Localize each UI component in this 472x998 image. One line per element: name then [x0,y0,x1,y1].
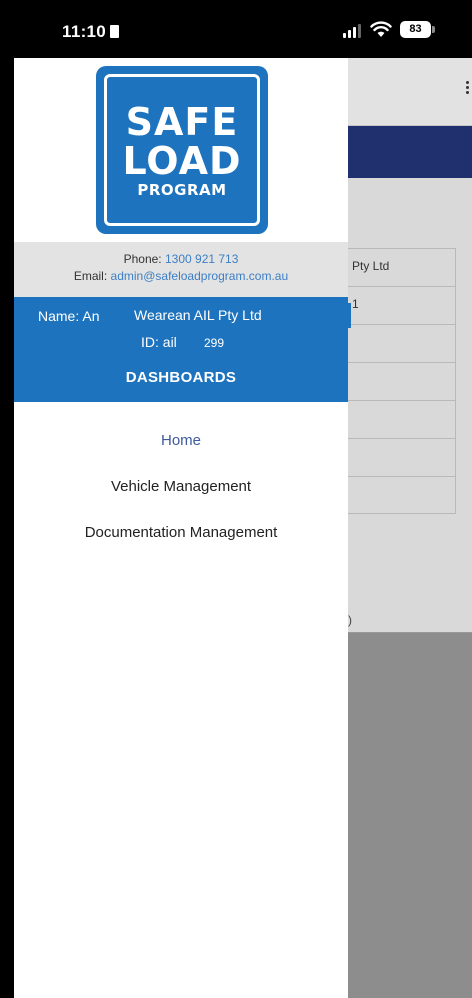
nav-item-documentation-management[interactable]: Documentation Management [14,518,348,564]
background-text-fragment: ) [348,613,352,627]
table-row [348,438,456,476]
user-name: Name: An [38,308,100,324]
app-frame: Pty Ltd 1 ) SAFE LOAD PROGRAM Phone: 130… [14,0,472,998]
navigation-drawer: SAFE LOAD PROGRAM Phone: 1300 921 713 Em… [14,58,351,998]
logo-text-load: LOAD [122,138,242,183]
email-label: Email: [73,269,108,283]
sim-icon [110,25,120,38]
logo-text-program: PROGRAM [137,180,227,199]
table-row [348,324,456,362]
nav-item-home[interactable]: Home [14,426,348,472]
phone-label: Phone: [123,252,162,266]
background-table: Pty Ltd 1 [348,248,456,514]
phone-link[interactable]: 1300 921 713 [165,252,238,266]
cellular-signal-icon [343,24,363,38]
background-banner [348,126,472,178]
table-row [348,476,456,514]
logo-border: SAFE LOAD PROGRAM [104,74,260,226]
user-id: ID: ail [141,334,177,350]
safe-load-program-logo: SAFE LOAD PROGRAM [96,66,268,234]
battery-tip [432,26,435,33]
background-lower-area [348,633,472,998]
status-bar: 11:10 83 [0,0,472,58]
table-row [348,362,456,400]
wifi-icon [370,21,392,37]
dashboards-heading: DASHBOARDS [125,369,237,386]
logo-text-safe: SAFE [125,99,239,144]
background-header [348,58,472,126]
drawer-nav: Home Vehicle Management Documentation Ma… [14,426,348,564]
phone-row: Phone: 1300 921 713 [14,251,348,268]
table-row: Pty Ltd [348,248,456,286]
nav-item-vehicle-management[interactable]: Vehicle Management [14,472,348,518]
user-info-panel: Name: An ID: ail Wearean AIL Pty Ltd 299… [14,297,351,402]
user-id-number: 299 [204,334,234,352]
status-time: 11:10 [62,22,120,42]
email-row: Email: admin@safeloadprogram.com.au [14,268,348,285]
company-name: Wearean AIL Pty Ltd [118,303,351,328]
kebab-menu-icon [466,81,470,95]
table-row [348,400,456,438]
contact-info: Phone: 1300 921 713 Email: admin@safeloa… [14,242,348,297]
battery-icon: 83 [400,21,431,38]
email-link[interactable]: admin@safeloadprogram.com.au [111,269,289,283]
background-page[interactable]: Pty Ltd 1 ) [348,58,472,998]
table-row: 1 [348,286,456,324]
clock-text: 11:10 [62,22,107,41]
